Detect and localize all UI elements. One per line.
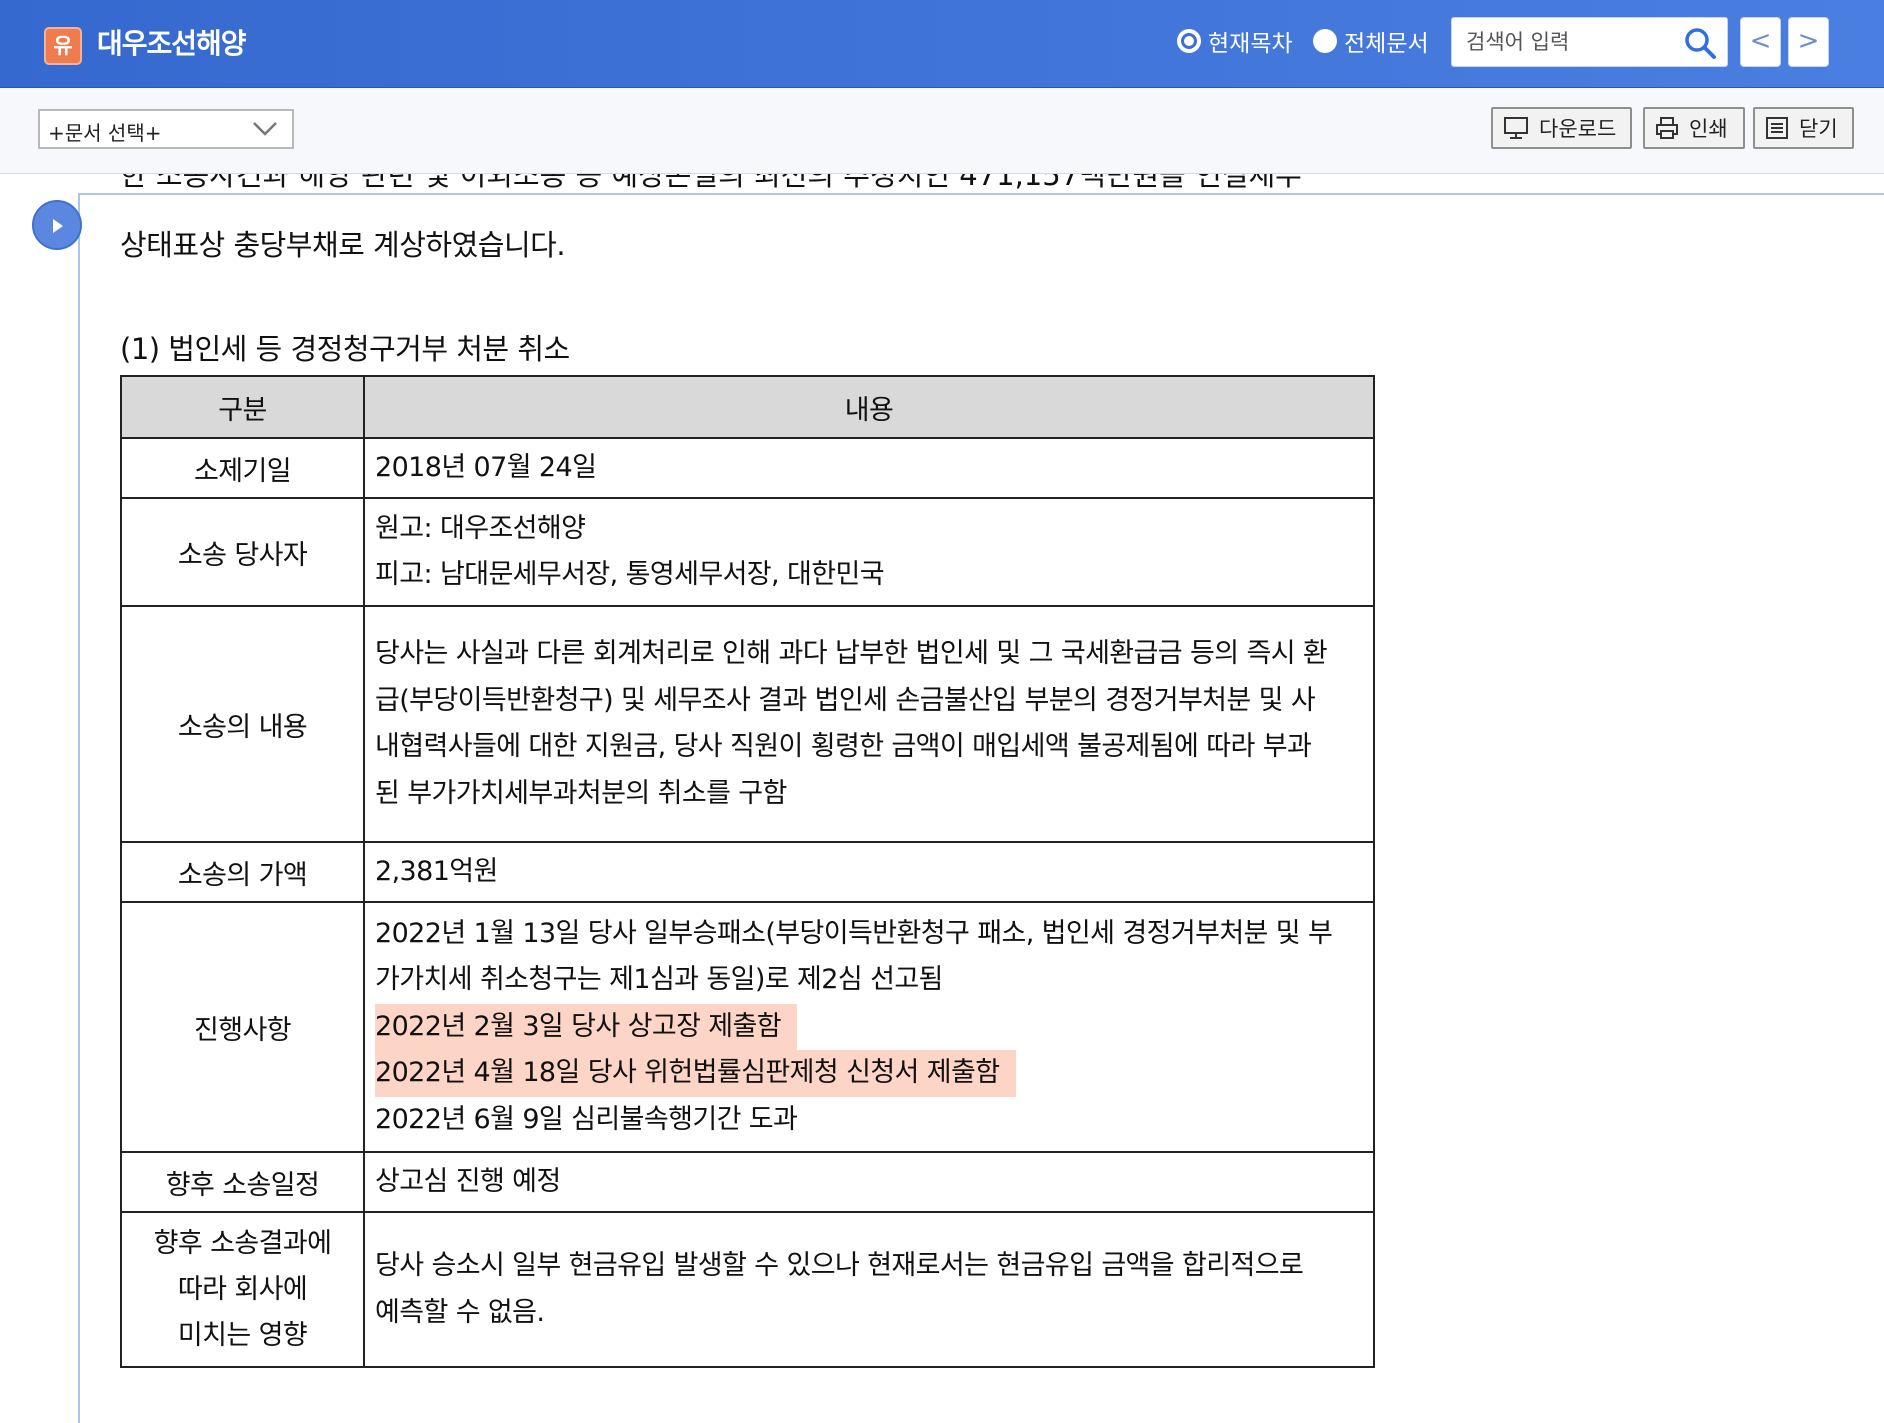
highlighted-line: 2022년 4월 18일 당사 위헌법률심판제청 신청서 제출함 xyxy=(375,1050,1016,1097)
row-value: 당사는 사실과 다른 회계처리로 인해 과다 납부한 법인세 및 그 국세환급금… xyxy=(363,605,1375,843)
radio-unchecked-icon[interactable] xyxy=(1313,29,1337,53)
table-row: 소제기일 2018년 07월 24일 xyxy=(120,437,1375,499)
row-value: 2022년 1월 13일 당사 일부승패소(부당이득반환청구 패소, 법인세 경… xyxy=(363,901,1375,1153)
table-row: 향후 소송일정 상고심 진행 예정 xyxy=(120,1151,1375,1213)
table-row: 향후 소송결과에 따라 회사에 미치는 영향 당사 승소시 일부 현금유입 발생… xyxy=(120,1211,1375,1368)
prev-button[interactable]: < xyxy=(1740,17,1781,67)
radio-checked-icon[interactable] xyxy=(1177,29,1201,53)
paragraph-text: 상태표상 충당부채로 계상하였습니다. xyxy=(120,228,566,262)
download-label: 다운로드 xyxy=(1539,117,1617,141)
play-right-icon xyxy=(53,219,63,233)
cell-line: 내협력사들에 대한 지원금, 당사 직원이 횡령한 금액이 매입세액 불공제됨에… xyxy=(375,731,1312,762)
table-row: 소송의 가액 2,381억원 xyxy=(120,841,1375,903)
table-row: 소송 당사자 원고: 대우조선해양 피고: 남대문세무서장, 통영세무서장, 대… xyxy=(120,497,1375,607)
row-key: 소제기일 xyxy=(120,437,365,499)
cell-line: 피고: 남대문세무서장, 통영세무서장, 대한민국 xyxy=(375,559,885,590)
cell-line: 예측할 수 없음. xyxy=(375,1296,545,1328)
key-line: 미치는 영향 xyxy=(177,1319,308,1351)
row-value: 상고심 진행 예정 xyxy=(363,1151,1375,1213)
monitor-icon xyxy=(1504,117,1528,139)
scope-all-label: 전체문서 xyxy=(1344,31,1429,57)
row-value: 2,381억원 xyxy=(363,841,1375,903)
cell-line: 당사 승소시 일부 현금유입 발생할 수 있으나 현재로서는 현금유입 금액을 … xyxy=(375,1250,1304,1281)
litigation-table: 구분 내용 소제기일 2018년 07월 24일 소송 당사자 원고: 대우조선… xyxy=(120,375,1375,1368)
section-title: (1) 법인세 등 경정청구거부 처분 취소 xyxy=(120,332,570,366)
close-label: 닫기 xyxy=(1799,117,1838,141)
cell-line: 2022년 1월 13일 당사 일부승패소(부당이득반환청구 패소, 법인세 경… xyxy=(375,917,1333,949)
document-toolbar: +문서 선택+ 다운로드 인쇄 닫기 xyxy=(0,88,1884,174)
scope-current-radio[interactable]: 현재목차 xyxy=(1177,24,1293,58)
cell-line: 당사는 사실과 다른 회계처리로 인해 과다 납부한 법인세 및 그 국세환급금… xyxy=(375,638,1328,669)
scope-all-radio[interactable]: 전체문서 xyxy=(1313,24,1429,58)
row-key: 소송의 내용 xyxy=(120,605,365,843)
cell-line: 급(부당이득반환청구) 및 세무조사 결과 법인세 손금불산입 부분의 경정거부… xyxy=(375,684,1316,716)
row-key: 향후 소송일정 xyxy=(120,1151,365,1213)
row-key: 소송 당사자 xyxy=(120,497,365,607)
corp-name: 대우조선해양 xyxy=(97,27,247,60)
key-line: 따라 회사에 xyxy=(177,1273,308,1305)
row-key: 향후 소송결과에 따라 회사에 미치는 영향 xyxy=(120,1211,365,1368)
scope-current-label: 현재목차 xyxy=(1208,31,1293,57)
table-row: 소송의 내용 당사는 사실과 다른 회계처리로 인해 과다 납부한 법인세 및 … xyxy=(120,605,1375,843)
table-row: 진행사항 2022년 1월 13일 당사 일부승패소(부당이득반환청구 패소, … xyxy=(120,901,1375,1153)
cell-line: 원고: 대우조선해양 xyxy=(375,512,586,544)
search-icon[interactable] xyxy=(1683,26,1717,60)
key-line: 향후 소송결과에 xyxy=(153,1227,332,1259)
row-value: 원고: 대우조선해양 피고: 남대문세무서장, 통영세무서장, 대한민국 xyxy=(363,497,1375,607)
cell-line: 된 부가가치세부과처분의 취소를 구함 xyxy=(375,777,787,809)
download-button[interactable]: 다운로드 xyxy=(1491,107,1632,149)
table-header-row: 구분 내용 xyxy=(120,375,1375,439)
row-value: 당사 승소시 일부 현금유입 발생할 수 있으나 현재로서는 현금유입 금액을 … xyxy=(363,1211,1375,1368)
document-select-value: +문서 선택+ xyxy=(48,121,162,145)
cell-line: 가가치세 취소청구는 제1심과 동일)로 제2심 선고됨 xyxy=(375,964,943,996)
document-select[interactable]: +문서 선택+ xyxy=(38,109,294,149)
next-button[interactable]: > xyxy=(1788,17,1829,67)
corp-badge-icon: 유 xyxy=(44,27,82,65)
chevron-down-icon xyxy=(253,122,277,136)
row-value: 2018년 07월 24일 xyxy=(363,437,1375,499)
row-key: 소송의 가액 xyxy=(120,841,365,903)
clipped-text-line: 한 소송사건과 해양 관련 및 이외소송 등 예상손실의 최선의 추정치인 47… xyxy=(120,174,1302,192)
sidebar-toggle-button[interactable] xyxy=(32,200,82,250)
header-category: 구분 xyxy=(120,375,365,439)
header-content: 내용 xyxy=(363,375,1375,439)
cell-line: 2022년 6월 9일 심리불속행기간 도과 xyxy=(375,1103,798,1135)
print-button[interactable]: 인쇄 xyxy=(1643,107,1745,149)
search-input[interactable] xyxy=(1466,27,1676,57)
highlighted-line: 2022년 2월 3일 당사 상고장 제출함 xyxy=(375,1003,798,1051)
close-button[interactable]: 닫기 xyxy=(1753,107,1854,149)
list-icon xyxy=(1766,117,1788,139)
top-header: 유 대우조선해양 현재목차 전체문서 < > xyxy=(0,0,1884,88)
printer-icon xyxy=(1656,117,1678,139)
row-key: 진행사항 xyxy=(120,901,365,1153)
search-box xyxy=(1451,17,1728,67)
print-label: 인쇄 xyxy=(1689,117,1728,141)
